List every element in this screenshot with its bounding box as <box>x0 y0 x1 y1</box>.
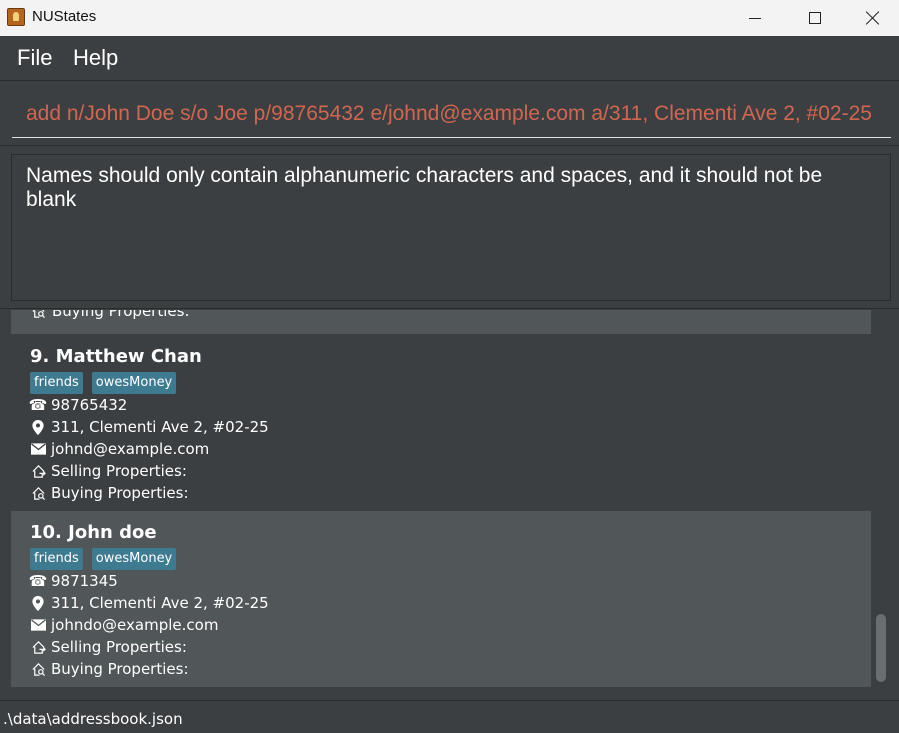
tag-list: friends owesMoney <box>30 372 852 394</box>
app-icon <box>7 8 25 26</box>
menu-file[interactable]: File <box>17 45 52 71</box>
selling-property-icon <box>30 639 46 655</box>
address: 311, Clementi Ave 2, #02-25 <box>51 594 269 612</box>
phone-number: 98765432 <box>51 396 128 414</box>
email: johndo@example.com <box>51 616 219 634</box>
address: 311, Clementi Ave 2, #02-25 <box>51 418 269 436</box>
phone-number: 9871345 <box>51 572 118 590</box>
minimize-icon <box>749 17 761 19</box>
selling-properties-label: Selling Properties: <box>51 638 187 656</box>
list-item-partial[interactable]: Buying Properties: <box>11 310 871 334</box>
data-file-path: .\data\addressbook.json <box>3 710 183 728</box>
status-bar: .\data\addressbook.json <box>0 700 899 733</box>
selling-row: Selling Properties: <box>30 460 852 482</box>
title-bar: NUStates <box>0 0 899 36</box>
buying-properties-label: Buying Properties: <box>52 310 190 320</box>
tag: owesMoney <box>91 372 177 394</box>
email-row: johndo@example.com <box>30 614 852 636</box>
result-display: Names should only contain alphanumeric c… <box>11 154 891 301</box>
selling-row: Selling Properties: <box>30 636 852 658</box>
buying-properties-label: Buying Properties: <box>51 484 189 502</box>
maximize-button[interactable] <box>786 0 844 36</box>
buying-property-icon <box>31 310 46 319</box>
person-list[interactable]: Buying Properties: 9. Matthew Chan frien… <box>11 310 891 688</box>
command-input[interactable] <box>12 90 891 138</box>
command-box <box>0 82 899 146</box>
tag: friends <box>30 548 83 570</box>
scrollbar-thumb[interactable] <box>876 614 886 682</box>
buying-row: Buying Properties: <box>30 482 852 504</box>
result-display-area: Names should only contain alphanumeric c… <box>0 147 899 309</box>
location-pin-icon <box>30 419 46 435</box>
address-row: 311, Clementi Ave 2, #02-25 <box>30 592 852 614</box>
email: johnd@example.com <box>51 440 210 458</box>
minimize-button[interactable] <box>726 0 784 36</box>
tag-list: friends owesMoney <box>30 548 852 570</box>
buying-property-icon <box>30 485 46 501</box>
phone-icon: ☎ <box>28 572 48 590</box>
email-icon <box>30 617 46 633</box>
list-scrollbar[interactable] <box>871 310 891 688</box>
phone-row: ☎ 9871345 <box>28 570 852 592</box>
menu-help[interactable]: Help <box>73 45 118 71</box>
location-pin-icon <box>30 595 46 611</box>
person-name: 10. John doe <box>30 522 157 543</box>
tag: owesMoney <box>91 548 177 570</box>
phone-row: ☎ 98765432 <box>28 394 852 416</box>
buying-properties-label: Buying Properties: <box>51 660 189 678</box>
close-icon <box>866 11 880 25</box>
maximize-icon <box>809 12 821 24</box>
address-row: 311, Clementi Ave 2, #02-25 <box>30 416 852 438</box>
email-row: johnd@example.com <box>30 438 852 460</box>
email-icon <box>30 441 46 457</box>
close-button[interactable] <box>844 0 899 36</box>
person-name: 9. Matthew Chan <box>30 346 202 367</box>
phone-icon: ☎ <box>28 396 48 414</box>
menu-bar: File Help <box>0 36 899 81</box>
selling-properties-label: Selling Properties: <box>51 462 187 480</box>
selling-property-icon <box>30 463 46 479</box>
buying-property-icon <box>30 661 46 677</box>
person-card[interactable]: 9. Matthew Chan friends owesMoney ☎ 9876… <box>11 335 871 511</box>
person-card[interactable]: 10. John doe friends owesMoney ☎ 9871345… <box>11 511 871 687</box>
buying-row: Buying Properties: <box>30 658 852 680</box>
tag: friends <box>30 372 83 394</box>
window-title: NUStates <box>32 8 97 25</box>
